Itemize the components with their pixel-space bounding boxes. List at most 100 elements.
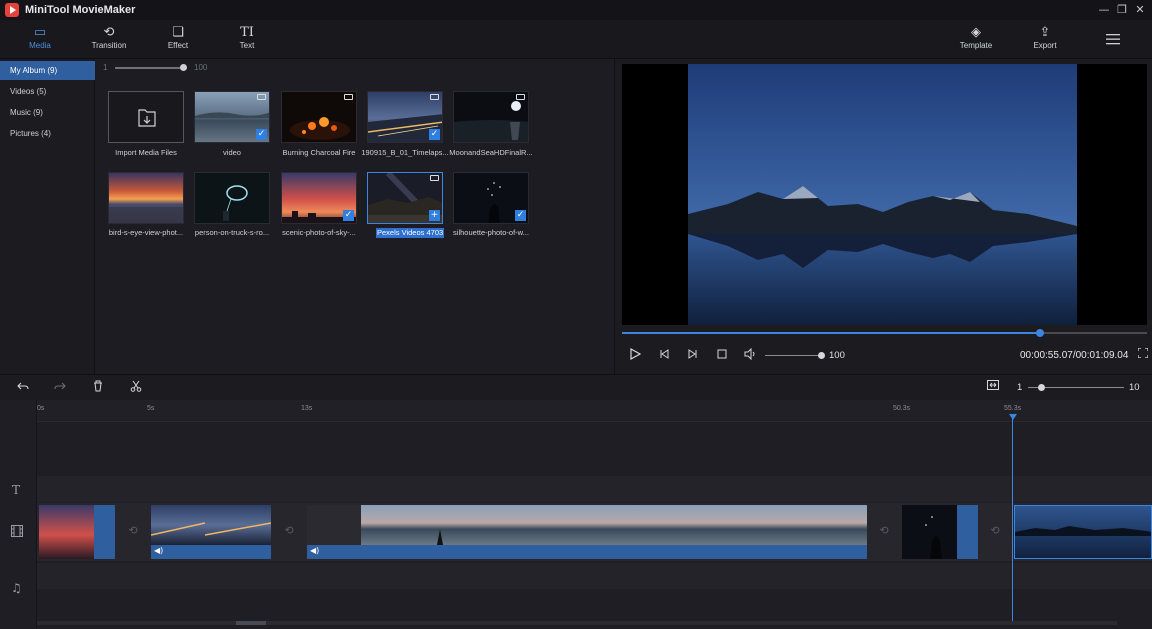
media-item-moon-and-sea[interactable] xyxy=(453,91,529,143)
media-caption: scenic-photo-of-sky-... xyxy=(271,228,367,237)
restore-button[interactable]: ❐ xyxy=(1112,2,1132,18)
undo-button[interactable] xyxy=(15,380,31,394)
selected-check-icon: ✓ xyxy=(256,129,267,140)
clip-audio-icon: ◀) xyxy=(310,546,319,555)
selected-check-icon: ✓ xyxy=(515,210,526,221)
sidebar-item-music[interactable]: Music (9) xyxy=(0,103,95,122)
zoom-min-label: 1 xyxy=(103,63,107,72)
timeline-zoom-min: 1 xyxy=(1017,382,1022,393)
timeline-toolbar xyxy=(0,374,1152,399)
seek-bar-progress xyxy=(622,332,1040,334)
tab-effect[interactable]: ❏ Effect xyxy=(148,20,208,59)
volume-slider-handle[interactable] xyxy=(818,352,825,359)
sidebar-item-pictures[interactable]: Pictures (4) xyxy=(0,124,95,143)
clip-audio-icon: ◀) xyxy=(154,546,163,555)
undo-icon xyxy=(17,380,29,392)
media-item-video[interactable]: ✓ xyxy=(194,91,270,143)
delete-button[interactable] xyxy=(90,380,106,394)
fullscreen-icon xyxy=(1138,348,1148,358)
folder-icon: ▭ xyxy=(10,20,70,38)
tab-text[interactable]: TI Text xyxy=(217,20,277,59)
timeline-zoom-handle[interactable] xyxy=(1038,384,1045,391)
media-item-pexels-videos[interactable]: + xyxy=(367,172,443,224)
timeline-clip-timelapse[interactable] xyxy=(151,505,271,559)
next-frame-button[interactable] xyxy=(685,348,701,362)
play-button[interactable] xyxy=(627,348,643,362)
ruler-tick-label: 50.3s xyxy=(893,405,910,412)
scissors-icon xyxy=(130,380,142,392)
import-media-tile[interactable] xyxy=(108,91,184,143)
app-logo-icon xyxy=(5,3,19,17)
layers-icon: ◈ xyxy=(946,20,1006,38)
step-back-icon xyxy=(658,348,670,360)
template-button[interactable]: ◈ Template xyxy=(946,20,1006,59)
ruler-tick-label: 55.3s xyxy=(1004,405,1021,412)
thumbnail-zoom-handle[interactable] xyxy=(180,64,187,71)
close-button[interactable]: ✕ xyxy=(1130,2,1150,18)
trash-icon xyxy=(92,380,104,392)
media-caption: Import Media Files xyxy=(98,148,194,157)
media-caption: silhouette-photo-of-w... xyxy=(443,228,539,237)
redo-button[interactable] xyxy=(52,380,68,394)
text-track-icon: T xyxy=(12,483,20,497)
timeline-ruler[interactable] xyxy=(37,400,1152,422)
ruler-tick-label: 5s xyxy=(147,405,154,412)
music-track[interactable] xyxy=(37,563,1152,589)
timeline-scrollbar-thumb[interactable] xyxy=(236,621,266,625)
ruler-tick-label: 0s xyxy=(37,405,44,412)
text-track[interactable] xyxy=(37,476,1152,502)
transition-slot-icon[interactable]: ⟲ xyxy=(126,524,140,538)
media-item-person-on-truck[interactable] xyxy=(194,172,270,224)
sidebar-item-videos[interactable]: Videos (5) xyxy=(0,82,95,101)
import-folder-icon xyxy=(109,92,184,143)
ruler-tick-label: 13s xyxy=(301,405,312,412)
timeline-clip-silhouette[interactable] xyxy=(902,505,978,559)
media-item-burning-charcoal-fire[interactable] xyxy=(281,91,357,143)
transition-slot-icon[interactable]: ⟲ xyxy=(282,524,296,538)
transition-slot-icon[interactable]: ⟲ xyxy=(988,524,1002,538)
previous-frame-button[interactable] xyxy=(656,348,672,362)
fullscreen-button[interactable] xyxy=(1137,348,1149,362)
app-title: MiniTool MovieMaker xyxy=(25,4,135,16)
media-caption: video xyxy=(184,148,280,157)
video-track-icon xyxy=(11,525,23,540)
timeline-zoom-max: 10 xyxy=(1129,382,1140,393)
media-caption: Burning Charcoal Fire xyxy=(271,148,367,157)
media-item-silhouette-photo[interactable]: ✓ xyxy=(453,172,529,224)
media-caption: MoonandSeaHDFinalR... xyxy=(443,148,539,157)
media-item-scenic-photo-of-sky[interactable]: ✓ xyxy=(281,172,357,224)
volume-value: 100 xyxy=(829,350,845,361)
timeline-clip-video[interactable] xyxy=(307,505,867,559)
tab-transition[interactable]: ⟲ Transition xyxy=(79,20,139,59)
sidebar-item-my-album[interactable]: My Album (9) xyxy=(0,61,95,80)
menu-button[interactable] xyxy=(1106,33,1120,45)
media-item-timelapse[interactable]: ✓ xyxy=(367,91,443,143)
playback-time: 00:00:55.07/00:01:09.04 xyxy=(1020,350,1128,361)
music-track-icon: ♫ xyxy=(11,581,22,595)
playhead-handle[interactable] xyxy=(1009,414,1017,420)
fit-timeline-button[interactable] xyxy=(985,380,1001,394)
export-button[interactable]: ⇪ Export xyxy=(1015,20,1075,59)
transition-icon: ⟲ xyxy=(79,20,139,38)
thumbnail-zoom-slider[interactable] xyxy=(115,67,185,69)
fit-to-screen-icon xyxy=(987,380,999,390)
timeline-clip-pexels-selected[interactable] xyxy=(1014,505,1152,559)
title-bar xyxy=(0,0,1152,20)
selected-check-icon: ✓ xyxy=(429,129,440,140)
media-item-birds-eye-view[interactable] xyxy=(108,172,184,224)
text-icon: TI xyxy=(217,20,277,38)
add-to-timeline-icon[interactable]: + xyxy=(429,210,440,221)
media-caption-selected: Pexels Videos 4703 xyxy=(376,228,444,238)
minimize-button[interactable]: — xyxy=(1094,2,1114,18)
timeline-scrollbar[interactable] xyxy=(37,621,1117,625)
stop-button[interactable] xyxy=(714,348,730,362)
stop-icon xyxy=(716,348,728,360)
split-button[interactable] xyxy=(128,380,144,394)
volume-button[interactable] xyxy=(743,348,759,362)
tab-media[interactable]: ▭ Media xyxy=(10,20,70,59)
timeline-playhead[interactable] xyxy=(1012,416,1013,621)
volume-slider[interactable] xyxy=(765,355,821,356)
timeline-clip-photo[interactable] xyxy=(39,505,115,559)
export-icon: ⇪ xyxy=(1015,20,1075,38)
transition-slot-icon[interactable]: ⟲ xyxy=(877,524,891,538)
